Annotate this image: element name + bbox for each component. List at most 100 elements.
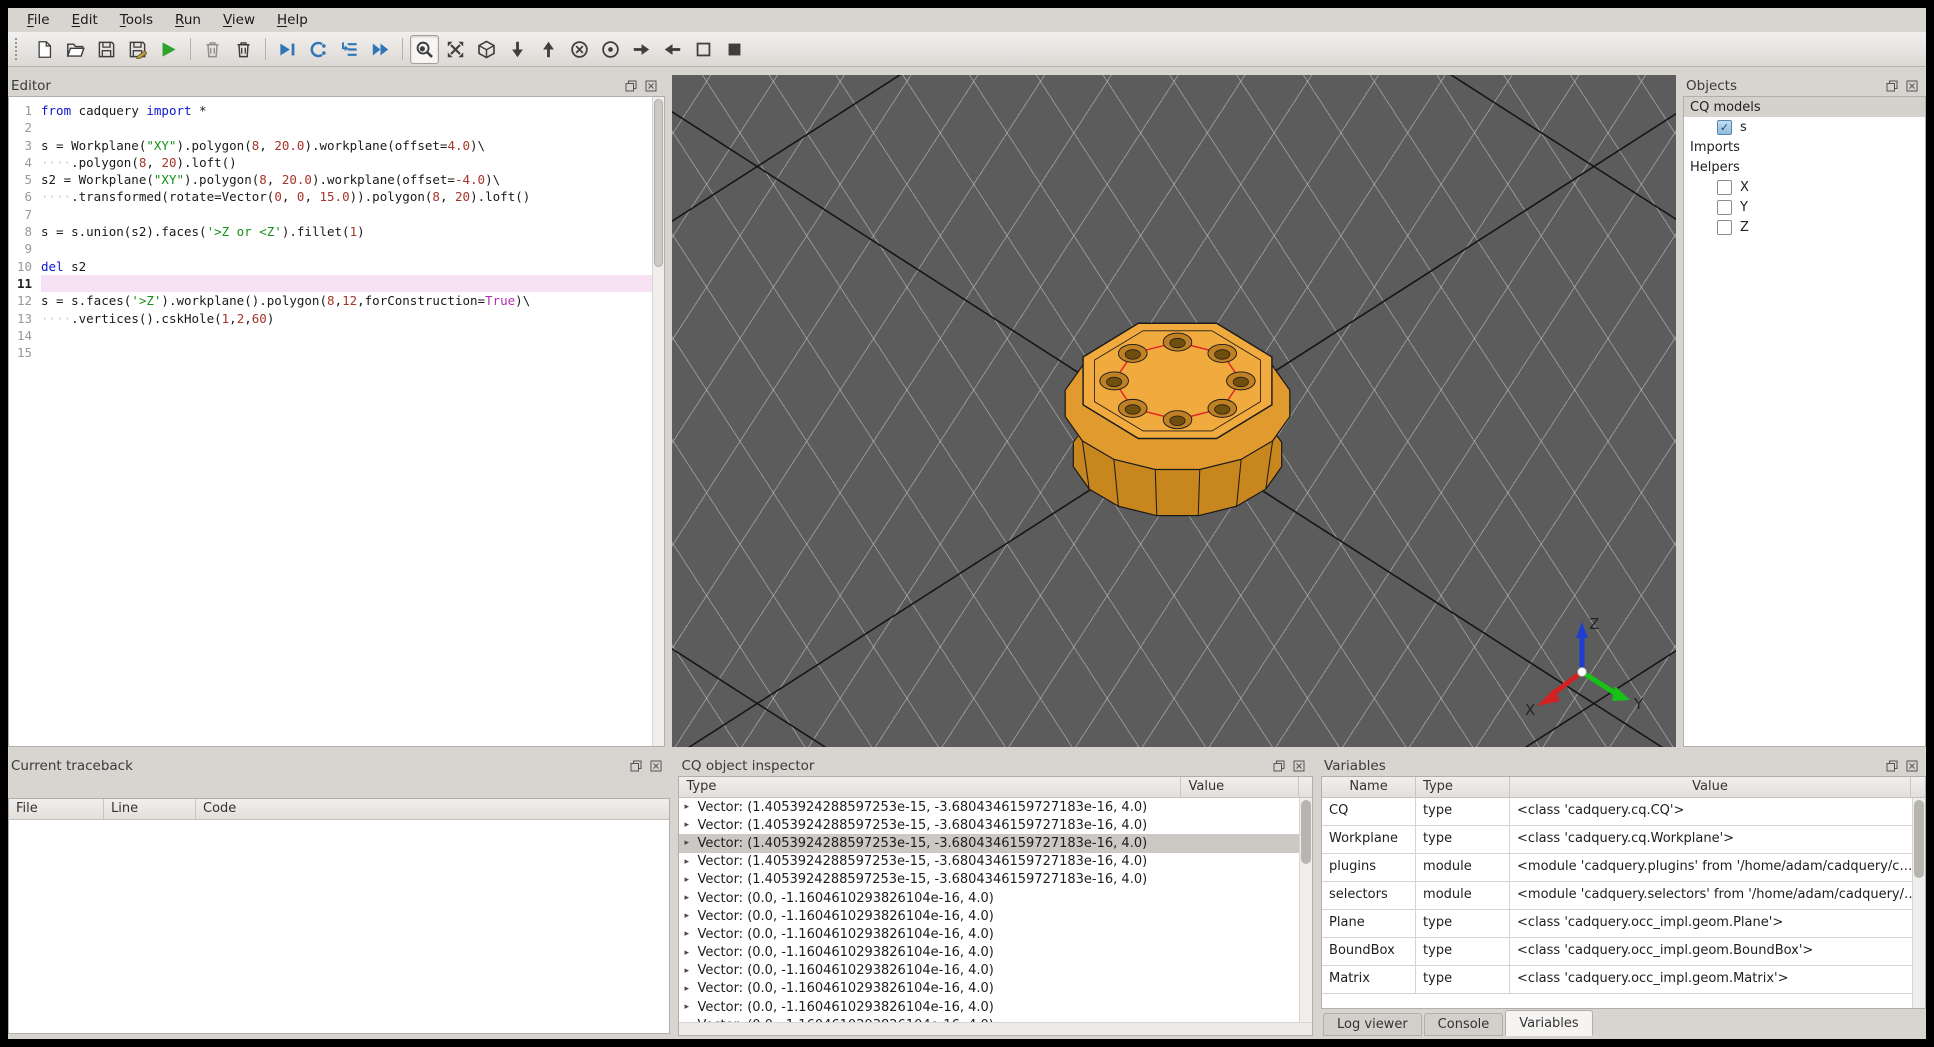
variable-row[interactable]: Matrix type <class 'cadquery.occ_impl.geom… xyxy=(1322,966,1925,994)
expander-icon[interactable]: ▸ xyxy=(684,820,697,830)
code-line[interactable]: 12 s = s.faces('>Z').workplane().polygon(… xyxy=(9,292,664,309)
code-line[interactable]: 2 xyxy=(9,119,664,136)
toolbar-grip[interactable] xyxy=(15,38,22,60)
checkbox-x[interactable] xyxy=(1717,179,1732,195)
column-header-type[interactable]: Type xyxy=(1416,777,1511,797)
tree-item-cq-models[interactable]: CQ models xyxy=(1684,97,1925,117)
tab-console[interactable]: Console xyxy=(1423,1013,1504,1036)
code-line[interactable]: 15 xyxy=(9,344,664,361)
expander-icon[interactable]: ▸ xyxy=(684,802,697,812)
inspector-row[interactable]: ▸ Vector: (1.4053924288597253e-15, -3.680… xyxy=(679,798,1299,816)
variables-scrollbar[interactable] xyxy=(1912,798,1925,1008)
step-in-button[interactable] xyxy=(335,35,364,64)
view-back-button[interactable] xyxy=(596,35,625,64)
checkbox-s[interactable]: ✓ xyxy=(1717,119,1732,135)
menu-edit[interactable]: Edit xyxy=(61,9,109,31)
debug-button[interactable] xyxy=(273,35,302,64)
inspect-magnifier-button[interactable] xyxy=(410,34,439,64)
code-line[interactable]: 14 xyxy=(9,327,664,344)
float-panel-icon[interactable] xyxy=(1273,759,1288,772)
continue-button[interactable] xyxy=(366,35,395,64)
tree-item-imports[interactable]: Imports xyxy=(1684,137,1925,157)
code-line[interactable]: 1 from cadquery import * xyxy=(9,102,664,119)
expander-icon[interactable]: ▸ xyxy=(684,838,697,848)
expander-icon[interactable]: ▸ xyxy=(684,875,697,885)
inspector-row[interactable]: ▸Vector: (0.0, -1.1604610293826104e-16, … xyxy=(679,925,1299,943)
step-button[interactable] xyxy=(304,35,333,64)
iso-view-button[interactable] xyxy=(472,35,501,64)
menu-help[interactable]: Help xyxy=(266,9,319,31)
tree-item-helpers[interactable]: Helpers xyxy=(1684,157,1925,177)
menu-view[interactable]: View xyxy=(212,9,266,31)
inspector-scrollbar[interactable] xyxy=(1299,798,1313,1022)
inspector-row[interactable]: ▸ Vector: (1.4053924288597253e-15, -3.680… xyxy=(679,871,1299,889)
variable-row[interactable]: BoundBox type <class 'cadquery.occ_impl.ge… xyxy=(1322,938,1925,966)
cad-model[interactable] xyxy=(1060,301,1295,518)
code-line[interactable]: 5 s2 = Workplane("XY").polygon(8, 20.0).w… xyxy=(9,171,664,188)
save-button[interactable] xyxy=(92,35,121,64)
code-line[interactable]: 7 xyxy=(9,206,664,223)
inspector-row[interactable]: ▸Vector: (0.0, -1.1604610293826104e-16, … xyxy=(679,944,1299,962)
float-panel-icon[interactable] xyxy=(1886,79,1901,92)
shaded-button[interactable] xyxy=(720,35,749,64)
code-line[interactable]: 4 ····.polygon(8, 20).loft() xyxy=(9,154,664,171)
inspector-row[interactable]: ▸ Vector: (1.4053924288597253e-15, -3.680… xyxy=(679,834,1300,853)
menu-file[interactable]: File xyxy=(16,9,61,31)
column-header-code[interactable]: Code xyxy=(196,799,669,819)
column-header-file[interactable]: File xyxy=(9,799,104,819)
view-bottom-button[interactable] xyxy=(503,35,532,64)
variable-row[interactable]: Plane type <class 'cadquery.occ_impl.geom.… xyxy=(1322,910,1925,938)
fit-view-button[interactable] xyxy=(441,35,470,64)
scrollbar-thumb[interactable] xyxy=(1301,800,1312,864)
expander-icon[interactable]: ▸ xyxy=(684,984,697,994)
checkbox-z[interactable] xyxy=(1717,219,1732,235)
column-header-line[interactable]: Line xyxy=(104,799,196,819)
new-file-button[interactable] xyxy=(30,35,59,64)
tree-item-s[interactable]: ✓ s xyxy=(1684,117,1925,137)
close-panel-icon[interactable] xyxy=(1906,79,1921,92)
tab-log-viewer[interactable]: Log viewer xyxy=(1323,1013,1422,1036)
close-panel-icon[interactable] xyxy=(650,759,665,772)
expander-icon[interactable]: ▸ xyxy=(684,911,697,921)
run-button[interactable] xyxy=(154,35,183,64)
view-left-button[interactable] xyxy=(627,35,656,64)
inspector-row[interactable]: ▸Vector: (0.0, -1.1604610293826104e-16, … xyxy=(679,907,1299,925)
delete-all-button[interactable] xyxy=(229,35,258,64)
view-top-button[interactable] xyxy=(534,35,563,64)
editor-scrollbar[interactable] xyxy=(652,97,664,746)
column-header-value[interactable]: Value xyxy=(1510,777,1911,797)
scrollbar-thumb[interactable] xyxy=(1914,800,1924,878)
code-line[interactable]: 3 s = Workplane("XY").polygon(8, 20.0).wo… xyxy=(9,137,664,154)
variable-row[interactable]: selectors module <module 'cadquery.selecto… xyxy=(1322,882,1925,910)
wireframe-button[interactable] xyxy=(689,35,718,64)
code-line[interactable]: 8 s = s.union(s2).faces('>Z or <Z').fille… xyxy=(9,223,664,240)
viewport-3d[interactable]: Z X Y xyxy=(672,75,1676,747)
close-panel-icon[interactable] xyxy=(645,79,660,92)
close-panel-icon[interactable] xyxy=(1293,759,1308,772)
tab-variables[interactable]: Variables xyxy=(1505,1010,1593,1036)
inspector-row[interactable]: ▸Vector: (0.0, -1.1604610293826104e-16, … xyxy=(679,962,1299,980)
code-line[interactable]: 10 del s2 xyxy=(9,258,664,275)
expander-icon[interactable]: ▸ xyxy=(684,929,697,939)
tree-item-y[interactable]: Y xyxy=(1684,197,1925,217)
expander-icon[interactable]: ▸ xyxy=(684,966,697,976)
variable-row[interactable]: Workplane type <class 'cadquery.cq.Workpla… xyxy=(1322,826,1925,854)
tree-item-z[interactable]: Z xyxy=(1684,217,1925,237)
column-header-value[interactable]: Value xyxy=(1181,777,1300,797)
expander-icon[interactable]: ▸ xyxy=(684,1002,697,1012)
menu-tools[interactable]: Tools xyxy=(109,9,164,31)
delete-button[interactable] xyxy=(198,35,227,64)
column-header-name[interactable]: Name xyxy=(1322,777,1417,797)
menu-run[interactable]: Run xyxy=(164,9,212,31)
float-panel-icon[interactable] xyxy=(630,759,645,772)
view-front-button[interactable] xyxy=(565,35,594,64)
expander-icon[interactable]: ▸ xyxy=(684,893,697,903)
inspector-hscrollbar[interactable] xyxy=(679,1022,1313,1035)
close-panel-icon[interactable] xyxy=(1906,759,1921,772)
checkbox-y[interactable] xyxy=(1717,199,1732,215)
float-panel-icon[interactable] xyxy=(1886,759,1901,772)
variable-row[interactable]: CQ type <class 'cadquery.cq.CQ'> xyxy=(1322,798,1925,826)
inspector-row[interactable]: ▸ Vector: (1.4053924288597253e-15, -3.680… xyxy=(679,816,1299,834)
column-header-type[interactable]: Type xyxy=(679,777,1182,797)
expander-icon[interactable]: ▸ xyxy=(684,857,697,867)
